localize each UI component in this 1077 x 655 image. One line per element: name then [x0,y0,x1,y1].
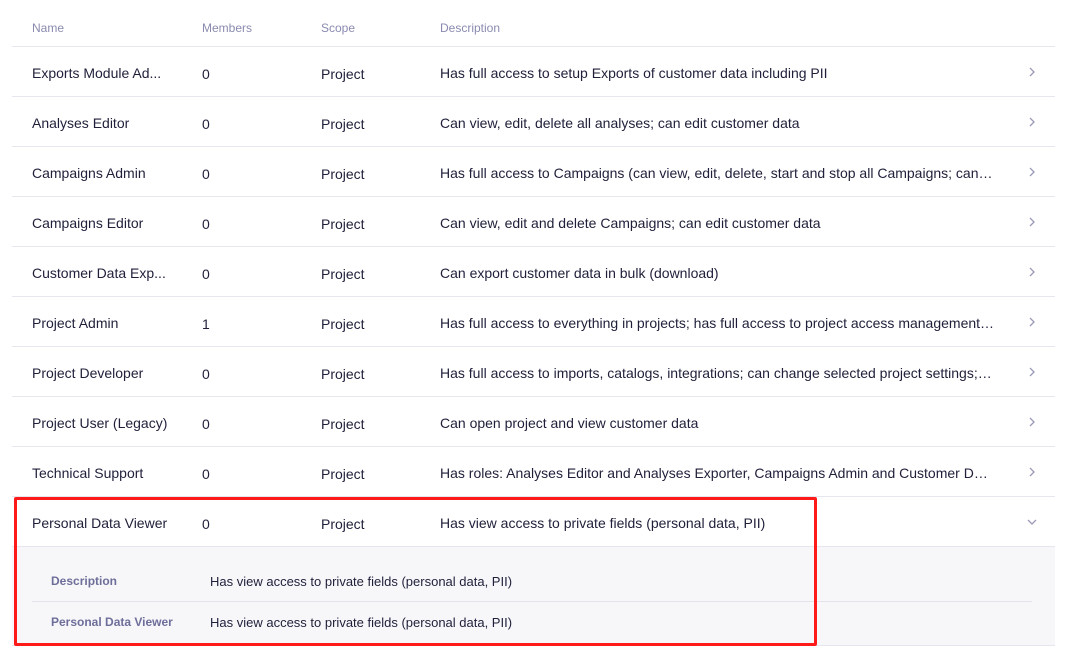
table-row[interactable]: Project Admin 1 Project Has full access … [12,297,1055,347]
role-description: Has roles: Analyses Editor and Analyses … [440,465,995,481]
role-scope: Project [321,266,365,282]
role-name: Project Developer [32,365,144,381]
table-row[interactable]: Exports Module Ad... 0 Project Has full … [12,47,1055,97]
role-name: Personal Data Viewer [32,515,168,531]
role-name: Technical Support [32,465,144,481]
chevron-right-icon[interactable] [1025,465,1039,479]
column-header-scope[interactable]: Scope [321,21,355,35]
role-description: Can view, edit and delete Campaigns; can… [440,215,821,231]
role-scope: Project [321,316,365,332]
role-members-count: 0 [202,516,210,532]
role-description: Has view access to private fields (perso… [440,515,766,531]
detail-value: Has view access to private fields (perso… [210,615,513,630]
role-name: Exports Module Ad... [32,65,162,81]
role-scope: Project [321,216,365,232]
chevron-right-icon[interactable] [1025,65,1039,79]
role-scope: Project [321,416,365,432]
chevron-right-icon[interactable] [1025,115,1039,129]
role-description: Has full access to imports, catalogs, in… [440,365,995,381]
table-row[interactable]: Project User (Legacy) 0 Project Can open… [12,397,1055,447]
column-header-name[interactable]: Name [32,21,64,35]
role-scope: Project [321,116,365,132]
detail-row-role: Personal Data Viewer Has view access to … [32,602,1032,642]
role-members-count: 0 [202,266,210,282]
role-name: Project Admin [32,315,119,331]
role-name: Campaigns Editor [32,215,144,231]
table-row[interactable]: Customer Data Exp... 0 Project Can expor… [12,247,1055,297]
role-scope: Project [321,166,365,182]
role-description: Can export customer data in bulk (downlo… [440,265,719,281]
role-members-count: 0 [202,166,210,182]
role-description: Has full access to Campaigns (can view, … [440,165,995,181]
expanded-role-details: Description Has view access to private f… [12,547,1055,646]
role-scope: Project [321,66,365,82]
role-description: Has full access to setup Exports of cust… [440,65,828,81]
role-members-count: 0 [202,366,210,382]
table-row[interactable]: Project Developer 0 Project Has full acc… [12,347,1055,397]
detail-row-description: Description Has view access to private f… [32,561,1032,602]
chevron-right-icon[interactable] [1025,415,1039,429]
role-members-count: 0 [202,116,210,132]
role-name: Campaigns Admin [32,165,146,181]
table-row[interactable]: Campaigns Editor 0 Project Can view, edi… [12,197,1055,247]
detail-label: Description [51,574,118,588]
chevron-right-icon[interactable] [1025,365,1039,379]
chevron-right-icon[interactable] [1025,265,1039,279]
role-name: Analyses Editor [32,115,130,131]
chevron-right-icon[interactable] [1025,315,1039,329]
table-row[interactable]: Campaigns Admin 0 Project Has full acces… [12,147,1055,197]
role-members-count: 0 [202,416,210,432]
column-header-description: Description [440,21,501,35]
table-row[interactable]: Technical Support 0 Project Has roles: A… [12,447,1055,497]
role-description: Can view, edit, delete all analyses; can… [440,115,800,131]
role-members-count: 1 [202,316,210,332]
chevron-right-icon[interactable] [1025,215,1039,229]
table-row-expanded-header[interactable]: Personal Data Viewer 0 Project Has view … [12,497,1055,547]
table-row[interactable]: Analyses Editor 0 Project Can view, edit… [12,97,1055,147]
role-name: Project User (Legacy) [32,415,168,431]
detail-label: Personal Data Viewer [51,615,173,629]
role-name: Customer Data Exp... [32,265,166,281]
role-members-count: 0 [202,466,210,482]
role-description: Has full access to everything in project… [440,315,995,331]
role-scope: Project [321,366,365,382]
role-members-count: 0 [202,216,210,232]
role-scope: Project [321,466,365,482]
detail-value: Has view access to private fields (perso… [210,574,513,589]
role-members-count: 0 [202,66,210,82]
table-header: Name Members Scope Description [12,0,1055,47]
column-header-members[interactable]: Members [202,21,252,35]
chevron-down-icon[interactable] [1025,515,1039,529]
roles-table: Name Members Scope Description Exports M… [12,0,1055,646]
role-scope: Project [321,516,365,532]
chevron-right-icon[interactable] [1025,165,1039,179]
role-description: Can open project and view customer data [440,415,699,431]
